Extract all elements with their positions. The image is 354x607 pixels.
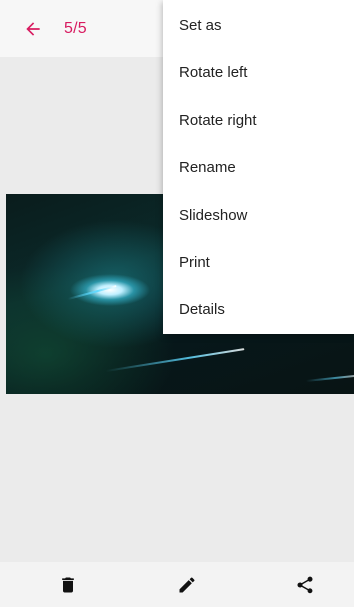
image-counter: 5/5 [64,20,87,37]
edit-button[interactable] [174,572,200,598]
light-streak [105,348,245,372]
share-button[interactable] [292,572,318,598]
menu-item-details[interactable]: Details [163,286,354,333]
light-streak [67,285,117,300]
menu-item-set-as[interactable]: Set as [163,2,354,49]
menu-item-rename[interactable]: Rename [163,144,354,191]
back-button[interactable] [18,14,48,44]
menu-item-print[interactable]: Print [163,239,354,286]
delete-button[interactable] [55,572,81,598]
menu-item-slideshow[interactable]: Slideshow [163,192,354,239]
pencil-icon [179,577,195,593]
menu-item-rotate-left[interactable]: Rotate left [163,49,354,96]
share-icon [297,576,313,594]
menu-item-rotate-right[interactable]: Rotate right [163,97,354,144]
overflow-menu: Set as Rotate left Rotate right Rename S… [163,0,354,334]
bottom-action-bar [0,562,354,607]
arrow-left-icon [26,22,40,36]
trash-icon [62,577,74,593]
light-streak [305,374,354,382]
